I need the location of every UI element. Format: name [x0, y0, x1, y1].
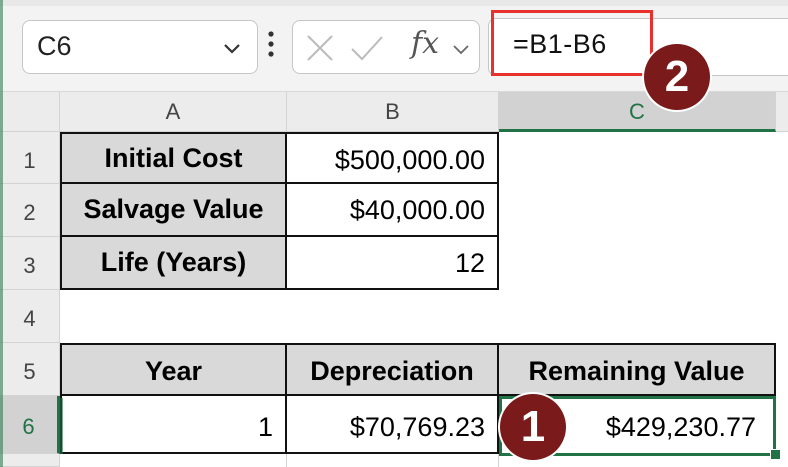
- cell-a5[interactable]: Year: [60, 343, 287, 396]
- name-box[interactable]: C6: [22, 20, 258, 74]
- row-header-3[interactable]: 3: [0, 237, 60, 290]
- chevron-down-icon[interactable]: [451, 39, 471, 59]
- column-header-c[interactable]: C: [499, 92, 776, 132]
- cell-a3[interactable]: Life (Years): [60, 237, 287, 290]
- row-header-4[interactable]: 4: [0, 290, 60, 343]
- cell-b7[interactable]: [287, 454, 499, 467]
- step-badge-1: 1: [500, 394, 566, 460]
- excel-window: C6 fx =B1-B6 A B C 1 2 3 4 5 6 Initial C…: [0, 0, 788, 467]
- row-header-5[interactable]: 5: [0, 343, 60, 396]
- column-header-d[interactable]: [776, 92, 788, 132]
- cell-b5[interactable]: Depreciation: [287, 343, 499, 396]
- ribbon-edge: [0, 0, 788, 6]
- formula-highlight-box: [491, 10, 653, 76]
- row-header-7[interactable]: [0, 454, 60, 467]
- fx-icon[interactable]: fx: [411, 26, 439, 61]
- fill-handle[interactable]: [770, 449, 781, 460]
- cell-a7[interactable]: [60, 454, 287, 467]
- row-header-1[interactable]: 1: [0, 132, 60, 184]
- window-edge: [0, 0, 3, 467]
- column-header-a[interactable]: A: [60, 92, 287, 132]
- row-selection-edge: [60, 398, 289, 454]
- formula-buttons: fx: [292, 20, 480, 74]
- row-header-6[interactable]: 6: [0, 396, 60, 454]
- cell-b1[interactable]: $500,000.00: [287, 132, 499, 184]
- step-badge-2: 2: [644, 44, 710, 110]
- row-header-2[interactable]: 2: [0, 184, 60, 237]
- cell-b2[interactable]: $40,000.00: [287, 184, 499, 237]
- vertical-dots-icon[interactable]: [262, 25, 280, 65]
- cell-b6[interactable]: $70,769.23: [287, 396, 499, 454]
- column-header-b[interactable]: B: [287, 92, 499, 132]
- chevron-down-icon[interactable]: [221, 37, 243, 59]
- cell-a2[interactable]: Salvage Value: [60, 184, 287, 237]
- cell-b3[interactable]: 12: [287, 237, 499, 290]
- name-box-value: C6: [37, 31, 72, 61]
- cell-c5[interactable]: Remaining Value: [499, 343, 776, 396]
- select-all-corner[interactable]: [0, 92, 60, 132]
- cell-a1[interactable]: Initial Cost: [60, 132, 287, 184]
- checkmark-icon[interactable]: [349, 33, 385, 63]
- close-icon[interactable]: [305, 33, 335, 63]
